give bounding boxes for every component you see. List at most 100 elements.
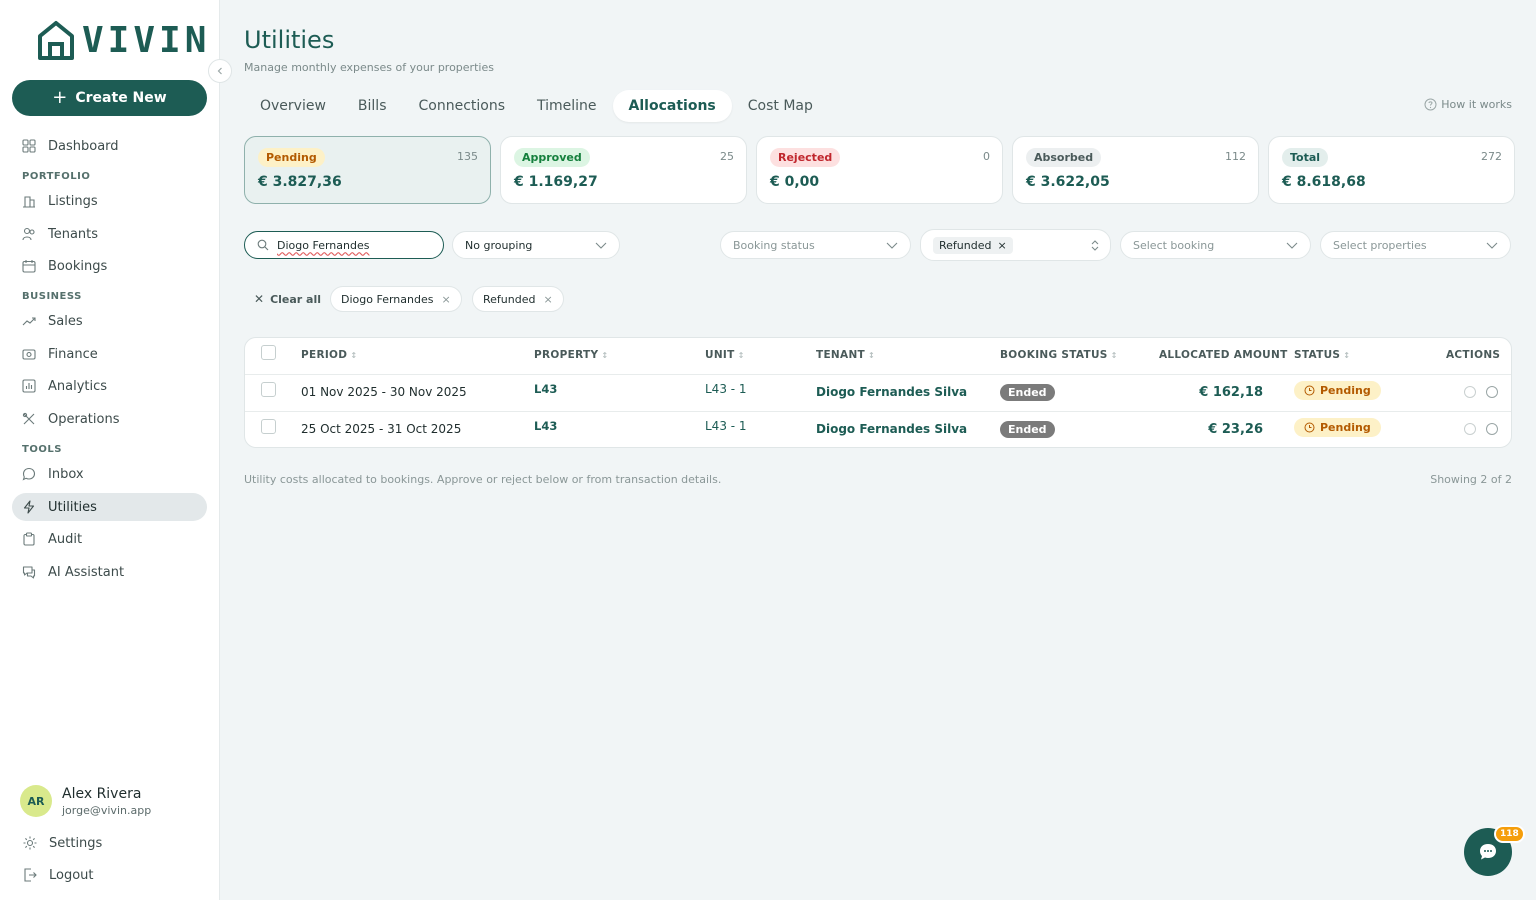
users-icon xyxy=(22,227,35,241)
property-link[interactable]: L43 xyxy=(534,419,557,433)
card-label: Absorbed xyxy=(1026,148,1102,167)
close-icon: ✕ xyxy=(254,292,265,306)
tenant-link[interactable]: Diogo Fernandes Silva xyxy=(816,422,967,436)
tenant-link[interactable]: Diogo Fernandes Silva xyxy=(816,385,967,399)
create-new-button[interactable]: + Create New xyxy=(12,80,207,116)
tab-timeline[interactable]: Timeline xyxy=(521,90,613,122)
table-footnote: Utility costs allocated to bookings. App… xyxy=(244,473,722,486)
reject-icon[interactable] xyxy=(1486,423,1498,435)
sidebar-item-utilities[interactable]: Utilities xyxy=(12,493,207,521)
chat-icon xyxy=(1480,844,1496,860)
sidebar-item-inbox[interactable]: Inbox xyxy=(12,460,207,488)
bar-chart-icon xyxy=(22,379,36,393)
property-link[interactable]: L43 xyxy=(534,382,557,396)
page-subtitle: Manage monthly expenses of your properti… xyxy=(244,61,494,74)
user-profile[interactable]: AR Alex Rivera jorge@vivin.app xyxy=(20,785,151,817)
reject-icon[interactable] xyxy=(1486,386,1498,398)
logo[interactable]: VIVIN xyxy=(36,20,210,62)
status-badge: Pending xyxy=(1294,381,1381,400)
sidebar-item-bookings[interactable]: Bookings xyxy=(12,252,207,280)
divider xyxy=(245,374,1511,375)
calendar-icon xyxy=(22,260,36,273)
search-value: Diogo Fernandes xyxy=(277,238,370,252)
search-input[interactable]: Diogo Fernandes xyxy=(244,231,444,259)
status-label: Pending xyxy=(1320,384,1371,397)
column-header-booking-status[interactable]: BOOKING STATUS ↕ xyxy=(1000,349,1118,361)
tools-icon xyxy=(22,412,35,425)
chevron-down-icon xyxy=(886,242,898,249)
how-it-works-link[interactable]: How it works xyxy=(1424,98,1512,111)
column-header-unit[interactable]: UNIT ↕ xyxy=(705,349,745,361)
unit-link[interactable]: L43 - 1 xyxy=(705,382,747,396)
grouping-select[interactable]: No grouping xyxy=(452,231,620,259)
column-header-status[interactable]: STATUS ↕ xyxy=(1294,349,1350,361)
sidebar-item-operations[interactable]: Operations xyxy=(12,405,207,433)
column-header-period[interactable]: PERIOD ↕ xyxy=(301,349,357,361)
card-approved[interactable]: Approved 25 € 1.169,27 xyxy=(500,136,747,204)
sidebar-item-analytics[interactable]: Analytics xyxy=(12,372,207,400)
card-pending[interactable]: Pending 135 € 3.827,36 xyxy=(244,136,491,204)
remove-status-icon[interactable]: × xyxy=(997,239,1006,252)
status-multiselect[interactable]: Refunded × xyxy=(920,229,1111,261)
status-badge: Pending xyxy=(1294,418,1381,437)
chat-bubbles-icon xyxy=(22,566,36,579)
banknote-icon xyxy=(22,349,36,360)
grid-icon xyxy=(22,139,36,153)
collapse-sidebar-button[interactable] xyxy=(208,59,232,83)
unit-link[interactable]: L43 - 1 xyxy=(705,419,747,433)
card-count: 112 xyxy=(1225,150,1246,163)
filter-chip[interactable]: Refunded × xyxy=(472,286,564,312)
sidebar-item-label: Analytics xyxy=(48,378,108,394)
sidebar-item-audit[interactable]: Audit xyxy=(12,525,207,553)
allocated-amount: € 23,26 xyxy=(1208,422,1263,437)
sidebar-item-tenants[interactable]: Tenants xyxy=(12,220,207,248)
select-all-checkbox[interactable] xyxy=(261,345,276,360)
column-header-tenant[interactable]: TENANT ↕ xyxy=(816,349,875,361)
close-icon[interactable]: × xyxy=(441,293,450,306)
card-rejected[interactable]: Rejected 0 € 0,00 xyxy=(756,136,1003,204)
properties-select[interactable]: Select properties xyxy=(1320,231,1511,259)
close-icon[interactable]: × xyxy=(543,293,552,306)
user-name: Alex Rivera xyxy=(62,785,142,802)
card-count: 272 xyxy=(1481,150,1502,163)
row-checkbox[interactable] xyxy=(261,419,276,434)
settings-link[interactable]: Settings xyxy=(22,835,102,851)
tab-connections[interactable]: Connections xyxy=(403,90,522,122)
section-business: BUSINESS xyxy=(22,291,82,302)
booking-select[interactable]: Select booking xyxy=(1120,231,1311,259)
row-checkbox[interactable] xyxy=(261,382,276,397)
sidebar-item-sales[interactable]: Sales xyxy=(12,307,207,335)
card-label: Rejected xyxy=(770,148,841,167)
approve-icon[interactable] xyxy=(1464,386,1476,398)
clear-all-button[interactable]: ✕ Clear all xyxy=(254,292,321,306)
tab-cost-map[interactable]: Cost Map xyxy=(732,90,829,122)
settings-label: Settings xyxy=(49,835,103,851)
sidebar-item-label: Utilities xyxy=(48,499,97,515)
filter-chip[interactable]: Diogo Fernandes × xyxy=(330,286,462,312)
sidebar-item-label: Sales xyxy=(48,313,83,329)
approve-icon[interactable] xyxy=(1464,423,1476,435)
tab-bar: Overview Bills Connections Timeline Allo… xyxy=(244,89,829,123)
card-count: 0 xyxy=(983,150,990,163)
logout-link[interactable]: Logout xyxy=(22,867,94,883)
logout-icon xyxy=(24,868,37,882)
tab-allocations[interactable]: Allocations xyxy=(612,90,732,122)
create-new-label: Create New xyxy=(75,90,167,106)
column-header-label: ALLOCATED AMOUNT xyxy=(1159,349,1288,361)
tab-bills[interactable]: Bills xyxy=(342,90,403,122)
sidebar-item-finance[interactable]: Finance xyxy=(12,340,207,368)
tab-overview[interactable]: Overview xyxy=(244,90,342,122)
column-header-property[interactable]: PROPERTY ↕ xyxy=(534,349,608,361)
sidebar-item-listings[interactable]: Listings xyxy=(12,187,207,215)
column-header-label: PROPERTY xyxy=(534,349,599,361)
booking-status-select[interactable]: Booking status xyxy=(720,231,911,259)
sidebar-item-label: Bookings xyxy=(48,258,108,274)
sidebar-item-label: Operations xyxy=(48,411,120,427)
card-absorbed[interactable]: Absorbed 112 € 3.622,05 xyxy=(1012,136,1259,204)
sidebar-item-dashboard[interactable]: Dashboard xyxy=(12,132,207,160)
avatar: AR xyxy=(20,785,52,817)
card-total[interactable]: Total 272 € 8.618,68 xyxy=(1268,136,1515,204)
column-header-label: ACTIONS xyxy=(1446,349,1501,361)
sidebar-item-ai-assistant[interactable]: AI Assistant xyxy=(12,558,207,586)
clear-all-label: Clear all xyxy=(270,292,322,306)
